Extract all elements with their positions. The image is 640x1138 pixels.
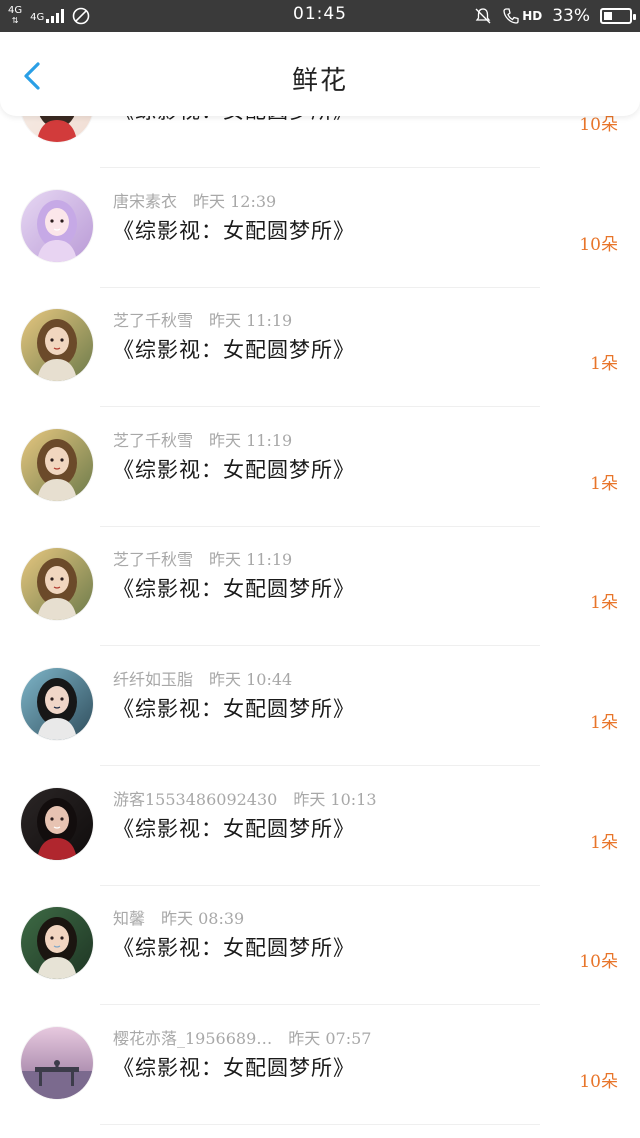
avatar-image <box>21 309 93 382</box>
sender-meta: 芝了千秋雪 昨天 11:19 <box>113 307 292 331</box>
mute-bell-icon <box>475 8 491 24</box>
hd-label: HD <box>522 9 543 23</box>
avatar[interactable] <box>21 787 93 860</box>
timestamp: 昨天 10:44 <box>209 670 293 689</box>
sender-name[interactable]: 芝了千秋雪 <box>113 311 193 330</box>
avatar[interactable] <box>21 907 93 980</box>
list-item[interactable]: 知馨 昨天 08:39 《综影视：女配圆梦所》 10朵 <box>0 885 640 1006</box>
sender-meta: 芝了千秋雪 昨天 11:19 <box>113 546 292 570</box>
book-title: 《综影视：女配圆梦所》 <box>113 457 355 482</box>
status-right: HD 33% <box>474 4 636 28</box>
book-title: 《综影视：女配圆梦所》 <box>113 936 355 961</box>
book-title: 《综影视：女配圆梦所》 <box>113 338 355 363</box>
list-item[interactable]: 芝了千秋雪 昨天 11:19 《综影视：女配圆梦所》 1朵 <box>0 526 640 647</box>
divider <box>100 1123 540 1125</box>
sender-name[interactable]: 芝了千秋雪 <box>113 431 193 450</box>
flower-count: 1朵 <box>590 832 618 853</box>
battery-percent: 33% <box>552 6 590 26</box>
sender-meta: 芝了千秋雪 昨天 11:19 <box>113 427 292 451</box>
avatar[interactable] <box>21 189 93 262</box>
avatar-image <box>21 189 93 262</box>
sender-meta: 游客1553486092430 昨天 10:13 <box>113 786 377 810</box>
sender-name[interactable]: 唐宋素衣 <box>113 192 177 211</box>
avatar[interactable] <box>21 548 93 621</box>
list-item[interactable]: 芝了千秋雪 昨天 11:19 《综影视：女配圆梦所》 1朵 <box>0 407 640 527</box>
list-item[interactable]: 纤纤如玉脂 昨天 10:44 《综影视：女配圆梦所》 1朵 <box>0 646 640 766</box>
flower-count: 10朵 <box>579 234 618 255</box>
list-item[interactable]: 唐宋素衣 昨天 12:39 《综影视：女配圆梦所》 10朵 <box>0 168 640 288</box>
sender-meta: 樱花亦落_1956689… 昨天 07:57 <box>113 1025 371 1049</box>
list-item[interactable]: 芝了千秋雪 昨天 11:19 《综影视：女配圆梦所》 1朵 <box>0 287 640 408</box>
book-title: 《综影视：女配圆梦所》 <box>113 218 355 243</box>
sender-meta: 唐宋素衣 昨天 12:39 <box>113 188 276 212</box>
flower-count: 1朵 <box>590 473 618 494</box>
avatar-image <box>21 668 93 740</box>
timestamp: 昨天 11:19 <box>209 311 293 331</box>
book-title: 《综影视：女配圆梦所》 <box>113 577 355 602</box>
flower-count: 10朵 <box>579 1071 618 1092</box>
nav-bar: 鲜花 <box>0 32 640 116</box>
book-title: 《综影视：女配圆梦所》 <box>113 816 355 841</box>
book-title: 《综影视：女配圆梦所》 <box>113 1055 355 1080</box>
timestamp: 昨天 11:19 <box>209 430 293 450</box>
timestamp: 昨天 08:39 <box>161 909 245 929</box>
avatar-image <box>21 548 93 621</box>
timestamp: 昨天 07:57 <box>288 1028 372 1048</box>
flower-count: 1朵 <box>590 713 618 733</box>
avatar[interactable] <box>21 428 93 501</box>
timestamp: 昨天 11:19 <box>209 550 293 570</box>
flower-count: 10朵 <box>579 952 618 973</box>
avatar-image <box>21 787 93 860</box>
avatar-image <box>21 428 93 501</box>
avatar-image <box>21 907 93 980</box>
sender-name[interactable]: 芝了千秋雪 <box>113 550 193 569</box>
sender-meta: 纤纤如玉脂 昨天 10:44 <box>113 666 292 690</box>
flower-list[interactable]: 涓涓如今天 00:57《综影视：女配圆梦所》10朵 唐宋素衣昨天 12:39《综… <box>0 74 640 1138</box>
avatar-image <box>21 1026 93 1099</box>
list-item[interactable]: 樱花亦落_1956689… 昨天 07:57 《综影视：女配圆梦所》 10朵 <box>0 1005 640 1125</box>
status-bar: 4G ⇅ 4G 01:45 HD 33% <box>0 0 640 32</box>
sender-name[interactable]: 知馨 <box>113 909 145 928</box>
list-item[interactable]: 游客1553486092430 昨天 10:13 《综影视：女配圆梦所》 1朵 <box>0 766 640 886</box>
timestamp: 昨天 12:39 <box>193 191 277 211</box>
battery-fill <box>604 12 612 20</box>
phone-call-icon <box>503 8 519 24</box>
avatar[interactable] <box>21 668 93 740</box>
sender-name[interactable]: 樱花亦落_1956689… <box>113 1029 272 1048</box>
sender-meta: 知馨 昨天 08:39 <box>113 905 244 929</box>
flower-count: 1朵 <box>590 593 618 614</box>
sender-name[interactable]: 游客1553486092430 <box>113 790 277 809</box>
flower-count: 1朵 <box>590 354 618 375</box>
timestamp: 昨天 10:13 <box>293 789 377 809</box>
book-title: 《综影视：女配圆梦所》 <box>113 697 355 721</box>
sender-name[interactable]: 纤纤如玉脂 <box>113 670 193 689</box>
avatar[interactable] <box>21 309 93 382</box>
avatar[interactable] <box>21 1026 93 1099</box>
battery-icon <box>600 8 636 24</box>
page-title: 鲜花 <box>291 66 348 96</box>
